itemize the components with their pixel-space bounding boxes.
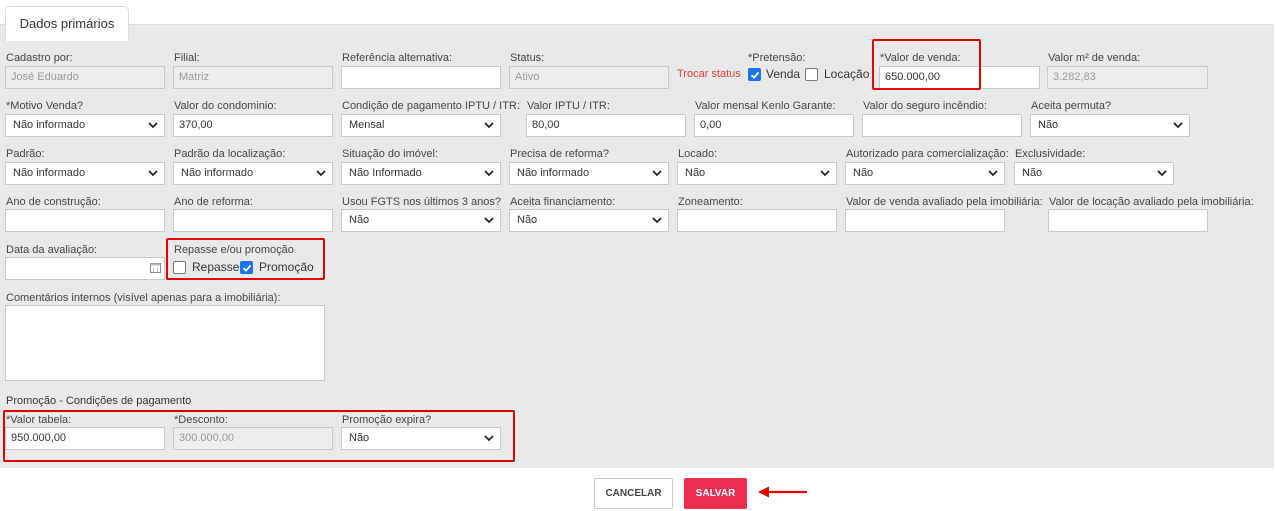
- cadastro-por-input: José Eduardo: [5, 66, 165, 89]
- condicao-iptu-label: Condição de pagamento IPTU / ITR:: [342, 100, 520, 112]
- valor-venda-avaliado-label: Valor de venda avaliado pela imobiliária…: [846, 196, 1043, 208]
- precisa-reforma-label: Precisa de reforma?: [510, 148, 610, 160]
- data-avaliacao-label: Data da avaliação:: [6, 244, 98, 256]
- comentarios-textarea[interactable]: [5, 305, 325, 381]
- ano-reforma-input[interactable]: [173, 209, 333, 232]
- padrao-select[interactable]: Não informado: [5, 162, 165, 185]
- aceita-financiamento-value: Não: [517, 214, 538, 226]
- situacao-imovel-label: Situação do imóvel:: [342, 148, 438, 160]
- autorizado-label: Autorizado para comercialização:: [846, 148, 1009, 160]
- referencia-label: Referência alternativa:: [342, 52, 453, 64]
- calendar-icon[interactable]: [150, 262, 161, 273]
- precisa-reforma-value: Não informado: [517, 167, 590, 179]
- usou-fgts-value: Não: [349, 214, 370, 226]
- check-icon: [750, 71, 760, 79]
- locado-select[interactable]: Não: [677, 162, 837, 185]
- save-button[interactable]: SALVAR: [684, 478, 747, 509]
- status-label: Status:: [510, 52, 545, 64]
- padrao-localizacao-value: Não informado: [181, 167, 254, 179]
- locacao-label: Locação: [824, 67, 870, 81]
- chevron-down-icon: [652, 170, 662, 177]
- padrao-localizacao-select[interactable]: Não informado: [173, 162, 333, 185]
- highlight-repasse-promocao: [166, 238, 325, 280]
- ano-reforma-label: Ano de reforma:: [174, 196, 253, 208]
- highlight-promocao: [3, 410, 515, 462]
- locado-value: Não: [685, 167, 706, 179]
- venda-checkbox[interactable]: [748, 68, 761, 81]
- promocao-section-title: Promoção - Condições de pagamento: [6, 395, 192, 407]
- comentarios-label: Comentários internos (visível apenas par…: [6, 292, 281, 304]
- autorizado-value: Não: [853, 167, 874, 179]
- highlight-valor-venda: [872, 39, 981, 90]
- chevron-down-icon: [484, 170, 494, 177]
- cadastro-por-label: Cadastro por:: [6, 52, 73, 64]
- zoneamento-input[interactable]: [677, 209, 837, 232]
- arrow-left-icon: [758, 486, 807, 498]
- chevron-down-icon: [148, 122, 158, 129]
- condicao-iptu-select[interactable]: Mensal: [341, 114, 501, 137]
- aceita-permuta-select[interactable]: Não: [1030, 114, 1190, 137]
- chevron-down-icon: [820, 170, 830, 177]
- valor-iptu-label: Valor IPTU / ITR:: [527, 100, 610, 112]
- usou-fgts-select[interactable]: Não: [341, 209, 501, 232]
- status-input: Ativo: [509, 66, 669, 89]
- aceita-permuta-label: Aceita permuta?: [1031, 100, 1112, 112]
- aceita-permuta-value: Não: [1038, 119, 1059, 131]
- trocar-status-link[interactable]: Trocar status: [677, 68, 741, 80]
- valor-m2-input: 3.282,83: [1047, 66, 1208, 89]
- chevron-down-icon: [316, 170, 326, 177]
- valor-kenlo-input[interactable]: 0,00: [694, 114, 854, 137]
- zoneamento-label: Zoneamento:: [678, 196, 743, 208]
- exclusividade-value: Não: [1022, 167, 1043, 179]
- locacao-checkbox[interactable]: [805, 68, 818, 81]
- valor-m2-label: Valor m² de venda:: [1048, 52, 1141, 64]
- valor-condominio-label: Valor do condominio:: [174, 100, 277, 112]
- chevron-down-icon: [484, 122, 494, 129]
- seguro-incendio-input[interactable]: [862, 114, 1022, 137]
- locado-label: Locado:: [678, 148, 718, 160]
- motivo-venda-value: Não informado: [13, 119, 86, 131]
- valor-locacao-avaliado-input[interactable]: [1048, 209, 1208, 232]
- chevron-down-icon: [1173, 122, 1183, 129]
- data-avaliacao-input[interactable]: [5, 257, 165, 280]
- venda-label: Venda: [766, 67, 801, 81]
- referencia-input[interactable]: [341, 66, 501, 89]
- ano-construcao-label: Ano de construção:: [6, 196, 101, 208]
- chevron-down-icon: [148, 170, 158, 177]
- situacao-imovel-select[interactable]: Não Informado: [341, 162, 501, 185]
- chevron-down-icon: [484, 217, 494, 224]
- ano-construcao-input[interactable]: [5, 209, 165, 232]
- chevron-down-icon: [1157, 170, 1167, 177]
- cancel-button[interactable]: CANCELAR: [594, 478, 673, 509]
- filial-input: Matriz: [173, 66, 333, 89]
- valor-iptu-input[interactable]: 80,00: [526, 114, 686, 137]
- valor-locacao-avaliado-label: Valor de locação avaliado pela imobiliár…: [1049, 196, 1254, 208]
- autorizado-select[interactable]: Não: [845, 162, 1005, 185]
- seguro-incendio-label: Valor do seguro incêndio:: [863, 100, 987, 112]
- padrao-value: Não informado: [13, 167, 86, 179]
- chevron-down-icon: [988, 170, 998, 177]
- pretensao-label: *Pretensão:: [748, 52, 806, 64]
- motivo-venda-label: *Motivo Venda?: [6, 100, 84, 112]
- tab-bar: [0, 0, 1276, 24]
- chevron-down-icon: [652, 217, 662, 224]
- valor-kenlo-label: Valor mensal Kenlo Garante:: [695, 100, 836, 112]
- motivo-venda-select[interactable]: Não informado: [5, 114, 165, 137]
- filial-label: Filial:: [174, 52, 200, 64]
- tab-dados-primarios[interactable]: Dados primários: [5, 6, 129, 41]
- padrao-label: Padrão:: [6, 148, 45, 160]
- usou-fgts-label: Usou FGTS nos últimos 3 anos?: [342, 196, 501, 208]
- aceita-financiamento-select[interactable]: Não: [509, 209, 669, 232]
- situacao-imovel-value: Não Informado: [349, 167, 422, 179]
- exclusividade-select[interactable]: Não: [1014, 162, 1174, 185]
- precisa-reforma-select[interactable]: Não informado: [509, 162, 669, 185]
- padrao-localizacao-label: Padrão da localização:: [174, 148, 286, 160]
- condicao-iptu-value: Mensal: [349, 119, 385, 131]
- valor-venda-avaliado-input[interactable]: [845, 209, 1005, 232]
- valor-condominio-input[interactable]: 370,00: [173, 114, 333, 137]
- aceita-financiamento-label: Aceita financiamento:: [510, 196, 616, 208]
- exclusividade-label: Exclusividade:: [1015, 148, 1086, 160]
